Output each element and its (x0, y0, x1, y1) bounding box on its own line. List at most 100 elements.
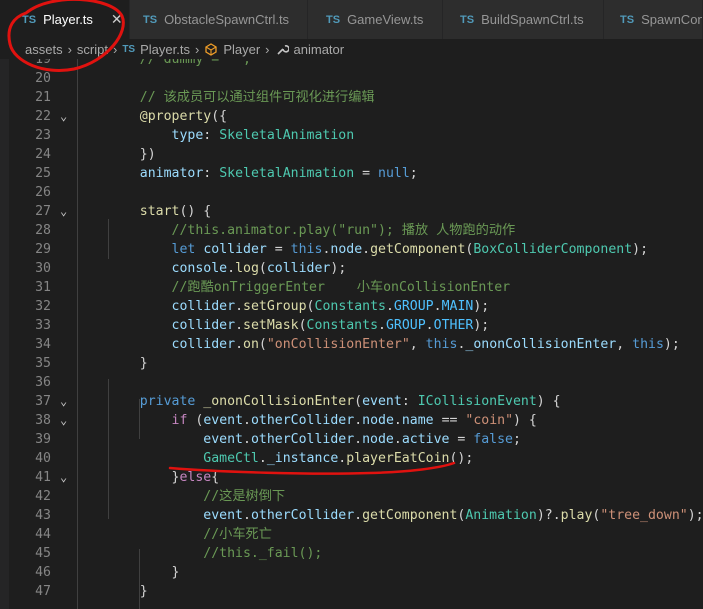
code-text: event.otherCollider.node.active = false; (203, 432, 521, 447)
code-editor[interactable]: 19 // dummy = ''; 20 21 // 该成员可以通过组件可视化进行编… (9, 59, 703, 609)
indent-guide (139, 399, 140, 439)
line-number: 37 (35, 394, 51, 409)
line-number: 21 (35, 90, 51, 105)
code-text: private _ononCollisionEnter(event: IColl… (139, 394, 561, 409)
code-line[interactable]: 28 //this.animator.play("run"); 播放 人物跑的动… (9, 221, 703, 240)
line-number: 35 (35, 356, 51, 371)
typescript-icon: TS (143, 13, 158, 26)
fold-chevron-icon[interactable]: ⌄ (60, 468, 67, 487)
typescript-icon: TS (122, 43, 136, 55)
line-number: 22 (35, 109, 51, 124)
code-text: start() { (139, 204, 212, 219)
line-number: 38 (35, 413, 51, 428)
code-line[interactable]: 19 // dummy = ''; (9, 59, 703, 69)
code-line[interactable]: 39 event.otherCollider.node.active = fal… (9, 430, 703, 449)
chevron-right-icon: › (265, 41, 270, 57)
line-number: 26 (35, 185, 51, 200)
code-line[interactable]: 38 ⌄ if (event.otherCollider.node.name ==… (9, 411, 703, 430)
code-line[interactable]: 32 collider.setGroup(Constants.GROUP.MAI… (9, 297, 703, 316)
tab-spawnconf[interactable]: TS SpawnConf (604, 0, 703, 39)
tab-label: GameView.ts (347, 12, 424, 27)
line-number: 27 (35, 204, 51, 219)
breadcrumb-member[interactable]: animator (294, 42, 345, 57)
line-number: 33 (35, 318, 51, 333)
tab-buildspawnctrl-ts[interactable]: TS BuildSpawnCtrl.ts (443, 0, 604, 39)
indent-guide (77, 59, 78, 609)
line-number: 41 (35, 470, 51, 485)
tab-label: BuildSpawnCtrl.ts (481, 12, 584, 27)
tab-label: Player.ts (43, 12, 93, 27)
code-line[interactable]: 26 (9, 183, 703, 202)
indent-guide (108, 219, 109, 259)
fold-chevron-icon[interactable]: ⌄ (60, 411, 67, 430)
code-line[interactable]: 29 let collider = this.node.getComponent… (9, 240, 703, 259)
code-line[interactable]: 24 }) (9, 145, 703, 164)
line-number: 29 (35, 242, 51, 257)
breadcrumb-file[interactable]: Player.ts (140, 42, 190, 57)
code-line[interactable]: 22 ⌄ @property({ (9, 107, 703, 126)
code-line[interactable]: 33 collider.setMask(Constants.GROUP.OTHE… (9, 316, 703, 335)
line-number: 25 (35, 166, 51, 181)
code-text: } (108, 584, 148, 599)
code-line[interactable]: 25 animator: SkeletalAnimation = null; (9, 164, 703, 183)
code-line[interactable]: 45 //this._fail(); (9, 544, 703, 563)
tab-obstaclespawnctrl-ts[interactable]: TS ObstacleSpawnCtrl.ts (130, 0, 308, 39)
code-text: @property({ (139, 109, 228, 124)
tab-gameview-ts[interactable]: TS GameView.ts (308, 0, 443, 39)
fold-chevron-icon[interactable]: ⌄ (60, 107, 67, 126)
line-number: 44 (35, 527, 51, 542)
wrench-icon (276, 45, 289, 55)
code-line[interactable]: 34 collider.on("onCollisionEnter", this.… (9, 335, 703, 354)
code-text: let collider = this.node.getComponent(Bo… (171, 242, 649, 257)
code-line[interactable]: 35 } (9, 354, 703, 373)
line-number: 39 (35, 432, 51, 447)
tab-label: SpawnConf (641, 12, 703, 27)
code-line[interactable]: 27 ⌄ start() { (9, 202, 703, 221)
breadcrumb-class[interactable]: Player (223, 42, 260, 57)
fold-chevron-icon[interactable]: ⌄ (60, 392, 67, 411)
code-line[interactable]: 42 //这是树倒下 (9, 487, 703, 506)
chevron-right-icon: › (194, 41, 200, 57)
code-text: // dummy = ''; (139, 59, 251, 67)
code-text: //跑酷onTriggerEnter 小车onCollisionEnter (171, 280, 511, 295)
code-text: collider.setGroup(Constants.GROUP.MAIN); (171, 299, 490, 314)
close-icon[interactable]: ✕ (111, 11, 123, 28)
class-icon (205, 43, 217, 56)
breadcrumb-script[interactable]: script (77, 42, 108, 57)
activity-strip (0, 59, 9, 609)
code-text: //这是树倒下 (203, 489, 286, 504)
code-line[interactable]: 36 (9, 373, 703, 392)
code-line[interactable]: 23 type: SkeletalAnimation (9, 126, 703, 145)
code-line[interactable]: 21 // 该成员可以通过组件可视化进行编辑 (9, 88, 703, 107)
code-text: // 该成员可以通过组件可视化进行编辑 (139, 90, 375, 105)
line-number: 45 (35, 546, 51, 561)
code-text: }) (108, 147, 156, 162)
typescript-icon: TS (22, 13, 37, 26)
line-number: 43 (35, 508, 51, 523)
typescript-icon: TS (326, 13, 341, 26)
code-line[interactable]: 40 GameCtl._instance.playerEatCoin(); (9, 449, 703, 468)
code-text: if (event.otherCollider.node.name == "co… (171, 413, 537, 428)
code-text: collider.setMask(Constants.GROUP.OTHER); (171, 318, 490, 333)
code-line[interactable]: 44 //小车死亡 (9, 525, 703, 544)
line-number: 20 (35, 71, 51, 86)
code-text: GameCtl._instance.playerEatCoin(); (203, 451, 474, 466)
code-line[interactable]: 43 event.otherCollider.getComponent(Anim… (9, 506, 703, 525)
code-line[interactable]: 37 ⌄ private _ononCollisionEnter(event: I… (9, 392, 703, 411)
code-line[interactable]: 30 console.log(collider); (9, 259, 703, 278)
line-number: 31 (35, 280, 51, 295)
indent-guide (108, 379, 109, 519)
indent-guide (139, 549, 140, 609)
code-line[interactable]: 31 //跑酷onTriggerEnter 小车onCollisionEnter (9, 278, 703, 297)
code-line[interactable]: 20 (9, 69, 703, 88)
line-number: 24 (35, 147, 51, 162)
breadcrumb-assets[interactable]: assets (25, 42, 63, 57)
code-text: console.log(collider); (171, 261, 347, 276)
tab-player-ts[interactable]: TS Player.ts ✕ (0, 0, 130, 39)
code-line[interactable]: 46 } (9, 563, 703, 582)
code-line[interactable]: 41 ⌄ }else{ (9, 468, 703, 487)
line-number: 47 (35, 584, 51, 599)
code-line[interactable]: 47 } (9, 582, 703, 601)
fold-chevron-icon[interactable]: ⌄ (60, 202, 67, 221)
line-number: 19 (35, 59, 51, 67)
